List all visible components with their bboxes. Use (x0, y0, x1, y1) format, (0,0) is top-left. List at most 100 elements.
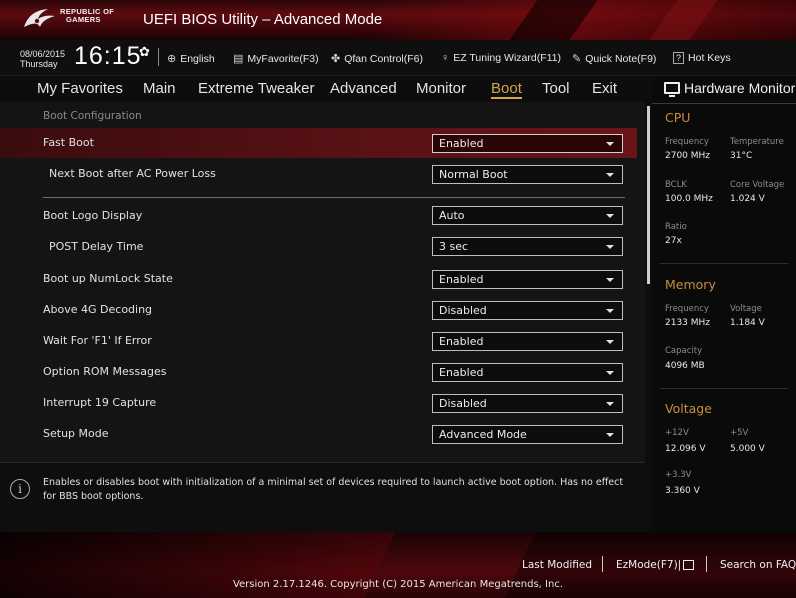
memory-section-title: Memory (665, 277, 716, 292)
core-voltage-value: 1.024 V (730, 194, 765, 204)
tab-tool[interactable]: Tool (542, 80, 570, 97)
cpu-section-title: CPU (665, 110, 691, 125)
search-faq-button[interactable]: Search on FAQ (720, 559, 796, 571)
ez-tuning-wizard-button[interactable]: ♀ EZ Tuning Wizard(F11) (441, 52, 561, 64)
tab-advanced[interactable]: Advanced (330, 80, 397, 97)
setting-row-wait-f1[interactable]: Wait For 'F1' If Error Enabled (0, 326, 637, 356)
setting-label: Boot up NumLock State (43, 272, 173, 285)
setting-row-fast-boot[interactable]: Fast Boot Enabled (0, 128, 637, 158)
hardware-monitor-title: Hardware Monitor (684, 80, 796, 96)
language-button[interactable]: ⊕ English (167, 52, 215, 66)
setting-row-above-4g[interactable]: Above 4G Decoding Disabled (0, 295, 637, 325)
ratio-value: 27x (665, 236, 682, 246)
post-delay-select[interactable]: 3 sec (432, 237, 623, 256)
globe-icon: ⊕ (167, 53, 177, 65)
app-title: UEFI BIOS Utility – Advanced Mode (143, 11, 383, 28)
divider (43, 197, 625, 198)
chevron-down-icon (606, 371, 614, 375)
setting-label: Setup Mode (43, 427, 109, 440)
qfan-control-button[interactable]: ✤ Qfan Control(F6) (331, 52, 423, 66)
tab-main[interactable]: Main (143, 80, 176, 97)
above-4g-select[interactable]: Disabled (432, 301, 623, 320)
bclk-label: BCLK (665, 180, 687, 190)
boot-logo-select[interactable]: Auto (432, 206, 623, 225)
ez-mode-button[interactable]: EzMode(F7)| (616, 559, 695, 571)
myfavorite-button[interactable]: ▤ MyFavorite(F3) (233, 52, 319, 66)
bclk-value: 100.0 MHz (665, 194, 713, 204)
capacity-label: Capacity (665, 346, 703, 356)
monitor-icon (664, 82, 680, 97)
chevron-down-icon (606, 245, 614, 249)
chevron-down-icon (606, 142, 614, 146)
help-key-icon: ? (673, 52, 685, 64)
chevron-down-icon (606, 214, 614, 218)
voltage-section-title: Voltage (665, 401, 712, 416)
memory-voltage-value: 1.184 V (730, 318, 765, 328)
wait-f1-select[interactable]: Enabled (432, 332, 623, 351)
clock: 16:15 (74, 42, 142, 70)
setting-label: Above 4G Decoding (43, 303, 153, 316)
bulb-icon: ♀ (441, 52, 450, 64)
setting-label: Boot Logo Display (43, 209, 143, 222)
chevron-down-icon (606, 340, 614, 344)
cpu-temperature-label: Temperature (730, 137, 784, 147)
memory-frequency-label: Frequency (665, 304, 709, 314)
option-rom-select[interactable]: Enabled (432, 363, 623, 382)
ratio-label: Ratio (665, 222, 687, 232)
capacity-value: 4096 MB (665, 361, 705, 371)
tab-boot[interactable]: Boot (491, 80, 522, 99)
setting-label: Interrupt 19 Capture (43, 396, 157, 409)
quick-note-button[interactable]: ✎ Quick Note(F9) (572, 52, 656, 66)
gear-icon[interactable]: ✿ (139, 45, 150, 60)
setting-row-numlock[interactable]: Boot up NumLock State Enabled (0, 264, 637, 294)
brand-text: REPUBLIC OF GAMERS (60, 7, 115, 24)
memory-frequency-value: 2133 MHz (665, 318, 711, 328)
rog-logo-icon (24, 9, 55, 27)
setting-label: Wait For 'F1' If Error (43, 334, 152, 347)
chevron-down-icon (606, 402, 614, 406)
setting-row-option-rom[interactable]: Option ROM Messages Enabled (0, 357, 637, 387)
tab-my-favorites[interactable]: My Favorites (37, 80, 123, 97)
setup-mode-select[interactable]: Advanced Mode (432, 425, 623, 444)
version-text: Version 2.17.1246. Copyright (C) 2015 Am… (232, 579, 564, 590)
v5-value: 5.000 V (730, 444, 765, 454)
setting-label: Fast Boot (43, 136, 94, 149)
chevron-down-icon (606, 309, 614, 313)
fan-icon: ✤ (331, 53, 341, 65)
section-title: Boot Configuration (43, 110, 142, 122)
setting-label: Option ROM Messages (43, 365, 167, 378)
help-text: Enables or disables boot with initializa… (43, 477, 624, 502)
exit-arrow-icon (683, 560, 695, 570)
cpu-frequency-value: 2700 MHz (665, 151, 711, 161)
note-icon: ✎ (572, 53, 582, 65)
last-modified-button[interactable]: Last Modified (522, 559, 592, 571)
setting-row-post-delay[interactable]: POST Delay Time 3 sec (0, 232, 637, 262)
v12-value: 12.096 V (665, 444, 706, 454)
fast-boot-select[interactable]: Enabled (432, 134, 623, 153)
next-boot-select[interactable]: Normal Boot (432, 165, 623, 184)
favorite-list-icon: ▤ (233, 53, 244, 65)
memory-voltage-label: Voltage (730, 304, 762, 314)
info-icon: i (10, 479, 30, 499)
interrupt-19-select[interactable]: Disabled (432, 394, 623, 413)
setting-row-setup-mode[interactable]: Setup Mode Advanced Mode (0, 419, 637, 449)
scrollbar[interactable] (647, 106, 650, 284)
tab-extreme-tweaker[interactable]: Extreme Tweaker (198, 80, 314, 97)
cpu-frequency-label: Frequency (665, 137, 709, 147)
core-voltage-label: Core Voltage (730, 180, 785, 190)
setting-row-next-boot[interactable]: Next Boot after AC Power Loss Normal Boo… (0, 159, 637, 189)
chevron-down-icon (606, 173, 614, 177)
tab-monitor[interactable]: Monitor (416, 80, 466, 97)
setting-row-boot-logo[interactable]: Boot Logo Display Auto (0, 201, 637, 231)
hot-keys-button[interactable]: ? Hot Keys (673, 52, 731, 64)
date-display: 08/06/2015 Thursday (20, 49, 66, 69)
v12-label: +12V (665, 428, 689, 438)
numlock-select[interactable]: Enabled (432, 270, 623, 289)
setting-label: POST Delay Time (49, 240, 144, 253)
tab-exit[interactable]: Exit (592, 80, 617, 97)
v33-value: 3.360 V (665, 486, 700, 496)
setting-row-interrupt-19[interactable]: Interrupt 19 Capture Disabled (0, 388, 637, 418)
v5-label: +5V (730, 428, 749, 438)
cpu-temperature-value: 31°C (730, 151, 753, 161)
title-bar: REPUBLIC OF GAMERS UEFI BIOS Utility – A… (0, 0, 796, 40)
